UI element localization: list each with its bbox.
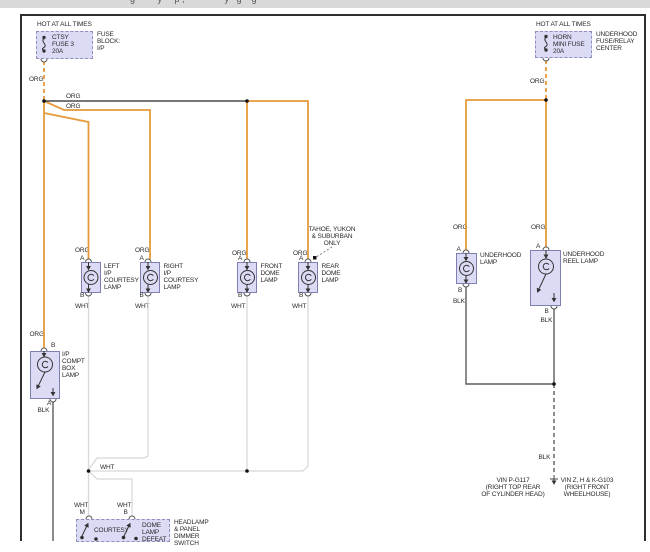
fuse-icon — [42, 35, 547, 52]
wiring-diagram-page: g y p , y g g — [0, 0, 650, 552]
ground-icon — [550, 475, 558, 484]
junction-dots — [42, 98, 556, 473]
wiring-svg — [0, 0, 650, 552]
bulb-icons — [84, 253, 474, 292]
wht-wires — [89, 296, 309, 516]
bulb-switch-icons — [37, 250, 554, 396]
annotation-leader — [313, 247, 332, 260]
dimmer-switch-icon — [81, 524, 138, 541]
org-wires — [44, 60, 546, 348]
blk-wires — [53, 287, 554, 541]
terminal-connectors — [41, 58, 557, 519]
